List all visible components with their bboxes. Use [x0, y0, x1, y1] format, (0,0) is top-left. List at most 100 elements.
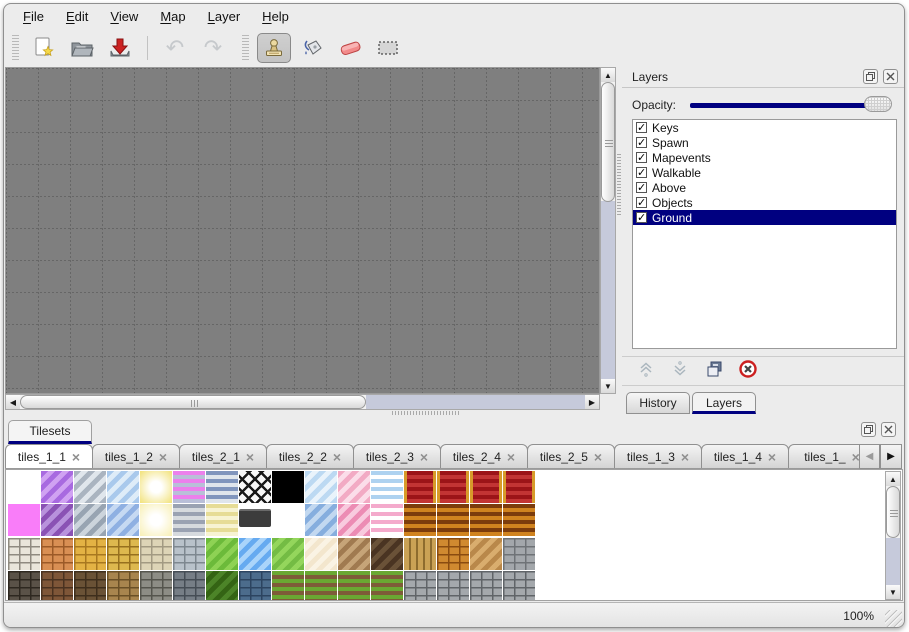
close-panel-button[interactable] [881, 422, 896, 437]
tileset-tab-tiles_2_4[interactable]: tiles_2_4× [440, 444, 528, 469]
tile-swatch[interactable] [41, 504, 73, 536]
eraser-tool-button[interactable] [333, 33, 367, 63]
close-tab-icon[interactable]: × [594, 451, 602, 463]
opacity-slider-handle[interactable] [864, 96, 892, 112]
menu-file[interactable]: File [12, 4, 55, 29]
tile-swatch[interactable] [41, 471, 73, 503]
layer-row-spawn[interactable]: ✓Spawn [633, 135, 896, 150]
tile-swatch[interactable] [206, 538, 238, 570]
tile-swatch[interactable] [173, 471, 205, 503]
tile-swatch[interactable] [470, 571, 502, 601]
close-tab-icon[interactable]: × [246, 451, 254, 463]
scrollbar-thumb[interactable] [20, 395, 366, 409]
tile-swatch[interactable] [404, 471, 436, 503]
tile-swatch[interactable] [74, 471, 106, 503]
tile-swatch[interactable] [206, 471, 238, 503]
tile-swatch[interactable] [272, 538, 304, 570]
tile-swatch[interactable] [305, 504, 337, 536]
move-layer-up-button[interactable] [636, 359, 656, 384]
tile-swatch[interactable] [8, 538, 40, 570]
tile-swatch[interactable] [437, 471, 469, 503]
tile-swatch[interactable] [437, 538, 469, 570]
tileset-tab-tiles_1_3[interactable]: tiles_1_3× [614, 444, 702, 469]
close-tab-icon[interactable]: × [768, 451, 776, 463]
scroll-down-arrow[interactable]: ▼ [601, 379, 615, 393]
tile-swatch[interactable] [371, 571, 403, 601]
tile-swatch[interactable] [74, 504, 106, 536]
layer-visibility-checkbox[interactable]: ✓ [636, 167, 647, 178]
menu-map[interactable]: Map [149, 4, 196, 29]
tile-swatch[interactable] [140, 538, 172, 570]
menu-layer[interactable]: Layer [197, 4, 252, 29]
tile-swatch[interactable] [239, 471, 271, 503]
tile-swatch[interactable] [107, 538, 139, 570]
scroll-right-arrow[interactable]: ▶ [585, 395, 599, 409]
undo-button[interactable]: ↶ [158, 33, 192, 63]
close-panel-button[interactable] [883, 69, 898, 84]
tile-swatch[interactable] [404, 571, 436, 601]
tileset-tab-tiles_1_2[interactable]: tiles_1_2× [92, 444, 180, 469]
tile-swatch[interactable] [371, 538, 403, 570]
tile-swatch[interactable] [404, 538, 436, 570]
menu-edit[interactable]: Edit [55, 4, 99, 29]
layer-row-above[interactable]: ✓Above [633, 180, 896, 195]
scroll-down-arrow[interactable]: ▼ [886, 585, 900, 599]
tile-swatch[interactable] [107, 471, 139, 503]
layer-visibility-checkbox[interactable]: ✓ [636, 122, 647, 133]
layer-row-mapevents[interactable]: ✓Mapevents [633, 150, 896, 165]
tile-swatch[interactable] [305, 471, 337, 503]
tile-swatch[interactable] [503, 471, 535, 503]
palette-vertical-scrollbar[interactable]: ▲ ▼ [885, 471, 901, 600]
tab-scroll-right-button[interactable]: ▶ [880, 444, 902, 469]
tile-swatch[interactable] [140, 471, 172, 503]
tile-swatch[interactable] [503, 571, 535, 601]
close-tab-icon[interactable]: × [333, 451, 341, 463]
opacity-slider-track[interactable] [690, 103, 888, 108]
new-map-button[interactable] [27, 33, 61, 63]
tile-swatch[interactable] [503, 538, 535, 570]
move-layer-down-button[interactable] [670, 359, 690, 384]
toolbar-drag-handle[interactable] [12, 35, 19, 61]
tile-swatch[interactable] [338, 538, 370, 570]
tab-layers[interactable]: Layers [692, 392, 756, 414]
tileset-tab-tiles_2_2[interactable]: tiles_2_2× [266, 444, 354, 469]
scroll-left-arrow[interactable]: ◀ [6, 395, 20, 409]
scrollbar-track[interactable] [601, 201, 615, 379]
layer-row-keys[interactable]: ✓Keys [633, 120, 896, 135]
tile-swatch[interactable] [272, 471, 304, 503]
tile-swatch[interactable] [305, 538, 337, 570]
tile-swatch[interactable] [239, 509, 271, 527]
toolbar-drag-handle-2[interactable] [242, 35, 249, 61]
close-tab-icon[interactable]: × [507, 451, 515, 463]
vertical-splitter-handle[interactable] [617, 154, 621, 216]
tile-swatch[interactable] [371, 471, 403, 503]
save-map-button[interactable] [103, 33, 137, 63]
tile-swatch[interactable] [41, 538, 73, 570]
tile-swatch[interactable] [74, 538, 106, 570]
map-canvas[interactable] [5, 67, 600, 394]
scrollbar-track[interactable] [886, 538, 900, 585]
resize-grip-icon[interactable] [885, 610, 902, 627]
tileset-tab-tiles_1_1[interactable]: tiles_1_1× [5, 444, 93, 469]
duplicate-layer-button[interactable] [704, 359, 724, 384]
tile-swatch[interactable] [8, 504, 40, 536]
fill-tool-button[interactable] [295, 33, 329, 63]
tileset-tab-tiles_1_4[interactable]: tiles_1_4× [701, 444, 789, 469]
tile-swatch[interactable] [437, 571, 469, 601]
scrollbar-thumb[interactable] [601, 82, 615, 202]
tileset-tab-tiles_2_3[interactable]: tiles_2_3× [353, 444, 441, 469]
tile-swatch[interactable] [173, 504, 205, 536]
tile-swatch[interactable] [338, 571, 370, 601]
tile-swatch[interactable] [239, 538, 271, 570]
tile-swatch[interactable] [206, 571, 238, 601]
tile-swatch[interactable] [173, 538, 205, 570]
tile-swatch[interactable] [338, 504, 370, 536]
tile-swatch[interactable] [470, 538, 502, 570]
delete-layer-button[interactable] [738, 359, 758, 384]
tile-swatch[interactable] [470, 471, 502, 503]
layer-visibility-checkbox[interactable]: ✓ [636, 182, 647, 193]
tile-swatch[interactable] [239, 571, 271, 601]
layer-row-ground[interactable]: ✓Ground [633, 210, 896, 225]
redo-button[interactable]: ↷ [196, 33, 230, 63]
tile-swatch[interactable] [74, 571, 106, 601]
